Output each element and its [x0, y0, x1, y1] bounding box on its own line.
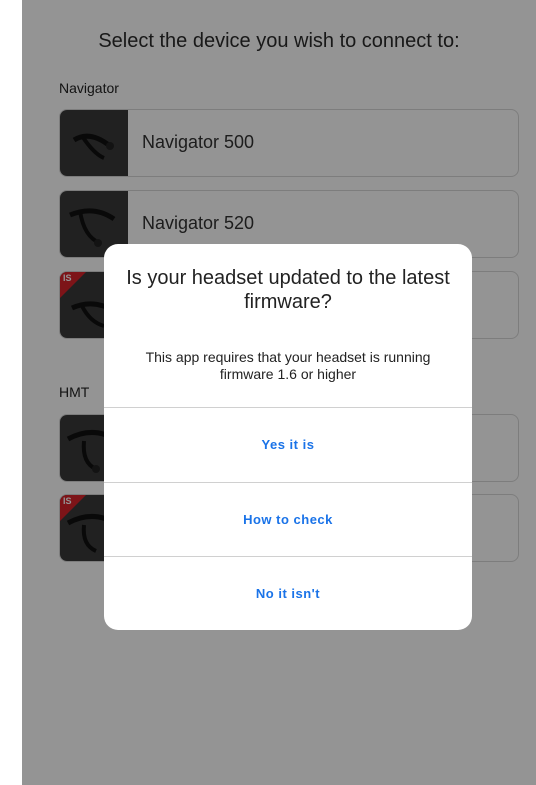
no-button[interactable]: No it isn't: [104, 556, 472, 630]
device-selection-screen: Select the device you wish to connect to…: [22, 0, 536, 785]
how-to-check-button[interactable]: How to check: [104, 482, 472, 557]
yes-button[interactable]: Yes it is: [104, 407, 472, 482]
dialog-title: Is your headset updated to the latest fi…: [126, 267, 450, 313]
firmware-dialog: Is your headset updated to the latest fi…: [104, 244, 472, 630]
dialog-message: This app requires that your headset is r…: [145, 349, 431, 382]
